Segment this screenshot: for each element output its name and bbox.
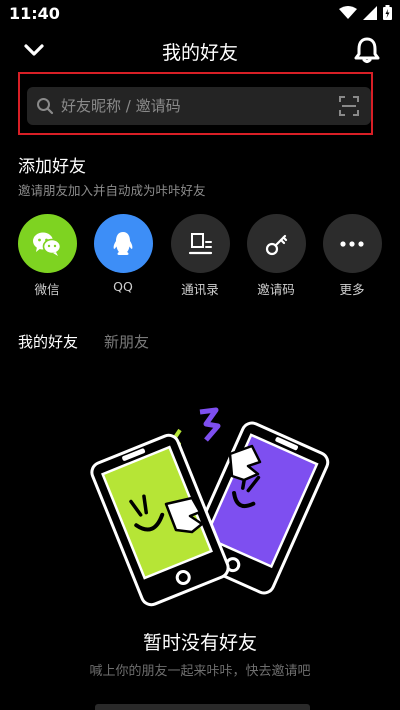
wifi-icon — [339, 5, 357, 20]
scan-icon[interactable] — [339, 96, 359, 120]
share-qq-label: QQ — [113, 279, 133, 294]
signal-icon — [363, 5, 377, 20]
search-icon — [36, 97, 54, 119]
share-contacts-label: 通讯录 — [181, 282, 219, 297]
bell-icon[interactable] — [352, 35, 382, 65]
share-qq-button[interactable]: QQ — [85, 214, 161, 294]
wechat-icon — [17, 214, 77, 273]
share-more-label: 更多 — [339, 282, 365, 297]
status-time: 11:40 — [9, 4, 60, 23]
tab-new-friends[interactable]: 新朋友 — [104, 331, 149, 355]
nav-bar: 我的好友 — [0, 30, 400, 70]
share-invite-code-button[interactable]: 邀请码 — [238, 214, 314, 298]
share-wechat-label: 微信 — [34, 282, 60, 297]
page-title: 我的好友 — [161, 42, 238, 64]
empty-state-subtitle: 喊上你的朋友一起来咔咔，快去邀请吧 — [89, 664, 311, 679]
qq-icon — [93, 214, 153, 273]
search-bar[interactable] — [27, 87, 371, 125]
battery-icon — [383, 5, 392, 20]
share-options: 微信 QQ 通讯录 邀请码 更多 — [0, 214, 400, 304]
empty-state-title: 暂时没有好友 — [142, 632, 257, 654]
tab-my-friends[interactable]: 我的好友 — [18, 331, 78, 355]
share-wechat-button[interactable]: 微信 — [9, 214, 85, 298]
status-icons — [339, 5, 392, 20]
bottom-sheet-handle — [95, 704, 310, 710]
share-more-button[interactable]: 更多 — [314, 214, 390, 298]
search-input[interactable] — [61, 87, 331, 125]
friend-tabs: 我的好友 新朋友 — [18, 331, 149, 355]
key-icon — [246, 214, 306, 273]
status-bar: 11:40 — [0, 0, 400, 28]
share-invite-code-label: 邀请码 — [257, 282, 295, 297]
more-icon — [322, 214, 382, 273]
add-friends-title: 添加好友 — [18, 157, 86, 177]
empty-state-illustration — [80, 400, 340, 610]
contacts-icon — [170, 214, 230, 273]
add-friends-subtitle: 邀请朋友加入并自动成为咔咔好友 — [18, 183, 206, 198]
share-contacts-button[interactable]: 通讯录 — [162, 214, 238, 298]
